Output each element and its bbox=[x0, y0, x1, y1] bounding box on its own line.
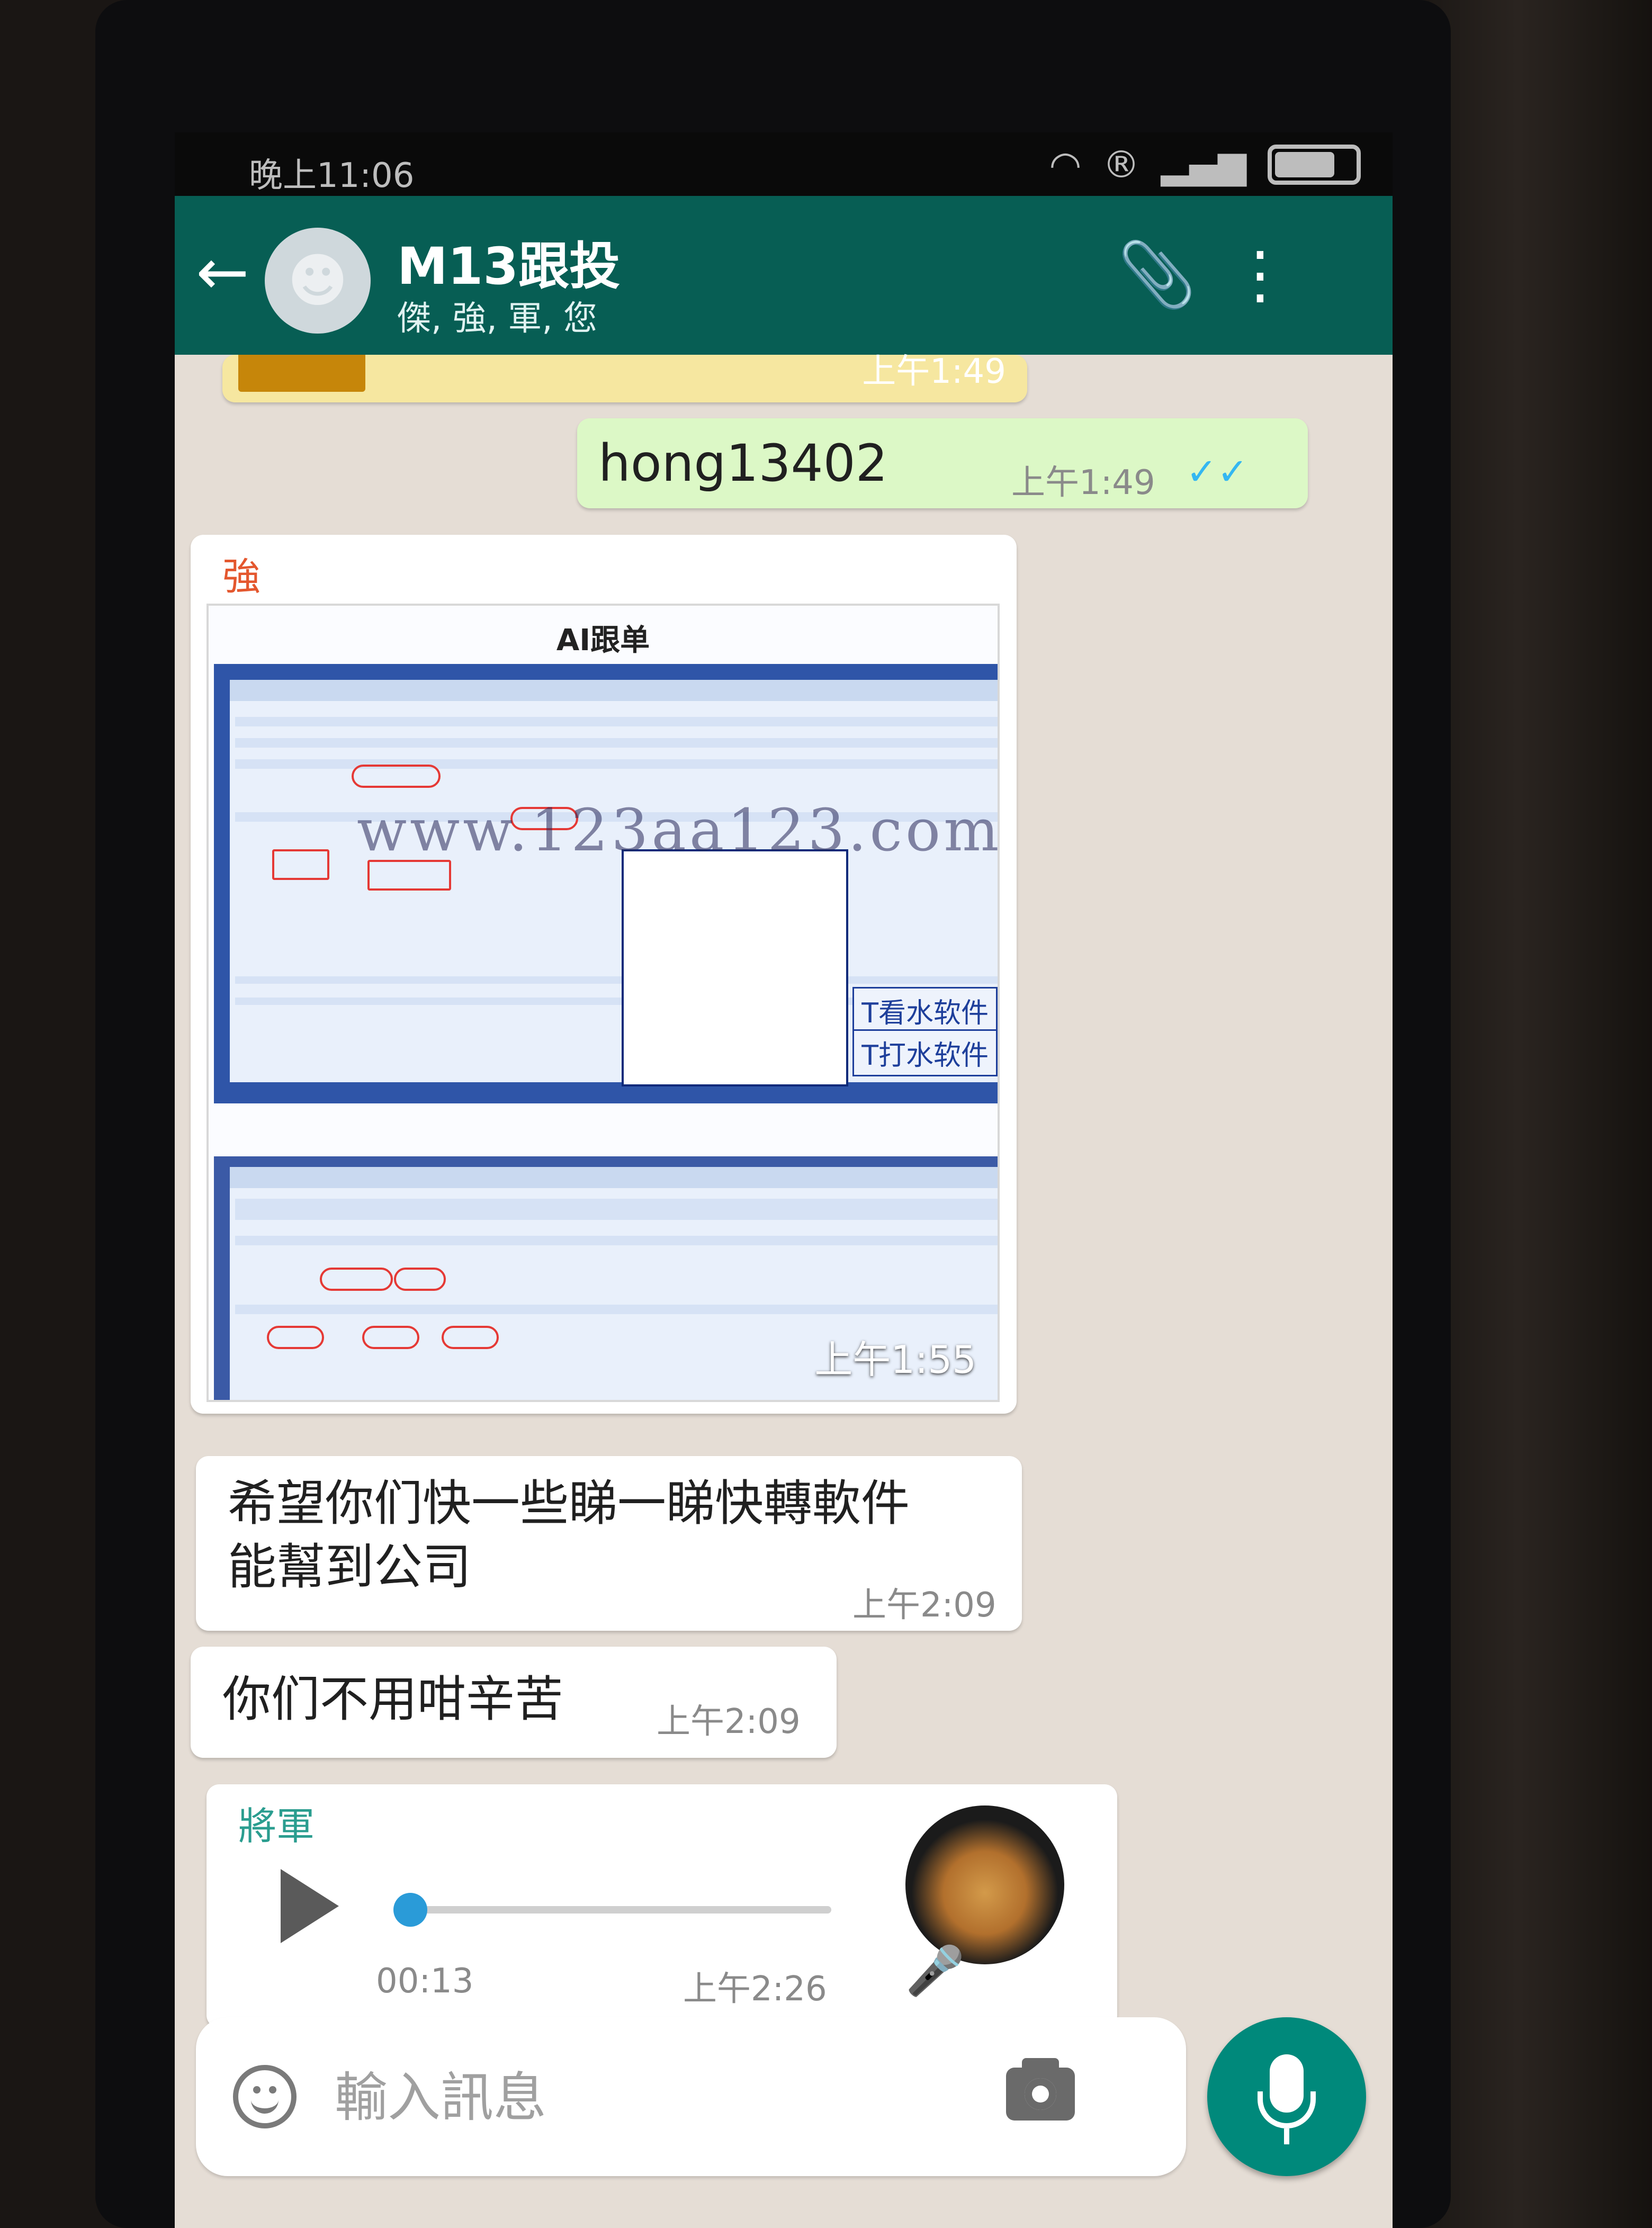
double-check-icon: ✓✓ bbox=[1186, 450, 1249, 493]
message-time: 上午1:49 bbox=[862, 352, 1006, 391]
message-text: 你们不用咁辛苦 bbox=[222, 1671, 564, 1728]
desk-background bbox=[1430, 0, 1652, 2228]
message-text: 能幫到公司 bbox=[228, 1539, 472, 1595]
message-text: 希望你们快一些睇一睇快轉軟件 bbox=[228, 1475, 910, 1532]
incoming-message[interactable]: 希望你们快一些睇一睇快轉軟件 能幫到公司 上午2:09 bbox=[196, 1456, 1022, 1631]
group-avatar[interactable]: ☻ bbox=[265, 228, 371, 334]
more-options-icon[interactable]: ⋮ bbox=[1228, 238, 1292, 312]
image-title: AI跟单 bbox=[556, 623, 650, 658]
message-time: 上午2:09 bbox=[852, 1586, 996, 1625]
message-time: 上午1:55 bbox=[814, 1337, 976, 1382]
side-label-1: T看水软件 bbox=[852, 987, 998, 1034]
sender-name: 強 bbox=[222, 554, 261, 599]
software-screenshot-1: www.123aa123.com T看水软件 T打水软件 bbox=[214, 664, 1000, 1103]
watermark-text: www.123aa123.com bbox=[357, 796, 1000, 864]
status-icons: ◠ ® ▂▄▆ bbox=[1049, 143, 1361, 186]
sender-name: 將軍 bbox=[238, 1804, 315, 1848]
message-input[interactable] bbox=[334, 2054, 945, 2140]
message-text: hong13402 bbox=[598, 434, 888, 493]
paperclip-icon[interactable]: 📎 bbox=[1117, 238, 1196, 312]
wifi-icon: ◠ bbox=[1049, 143, 1082, 186]
status-time: 晚上11:06 bbox=[249, 156, 415, 195]
camera-icon[interactable] bbox=[1006, 2058, 1075, 2121]
voice-duration: 00:13 bbox=[376, 1962, 474, 2001]
status-bar: 晚上11:06 ◠ ® ▂▄▆ bbox=[175, 132, 1393, 196]
voice-progress-track[interactable] bbox=[397, 1906, 831, 1913]
signal-icon: ▂▄▆ bbox=[1161, 143, 1247, 186]
side-label-2: T打水软件 bbox=[852, 1029, 998, 1076]
registered-icon: ® bbox=[1102, 143, 1140, 186]
previous-image-thumbnail bbox=[238, 355, 365, 392]
shared-image[interactable]: AI跟单 www.123aa123.com T看水软件 T打水软件 上午1:55 bbox=[206, 604, 1000, 1402]
chat-members[interactable]: 傑, 強, 軍, 您 bbox=[397, 291, 597, 340]
message-time: 上午2:26 bbox=[683, 1970, 827, 2009]
mic-icon: 🎤 bbox=[905, 1943, 965, 1999]
incoming-message[interactable]: 你们不用咁辛苦 上午2:09 bbox=[191, 1647, 837, 1758]
voice-message[interactable]: 將軍 🎤 00:13 上午2:26 bbox=[206, 1784, 1117, 2028]
voice-record-button[interactable] bbox=[1207, 2017, 1366, 2176]
voice-seek-handle[interactable] bbox=[393, 1893, 427, 1927]
message-list[interactable]: 上午1:49 hong13402 上午1:49 ✓✓ 強 AI跟单 www.12… bbox=[175, 352, 1393, 2228]
image-message[interactable]: 強 AI跟单 www.123aa123.com T看水软件 T打水软件 上午1:… bbox=[191, 535, 1017, 1414]
phone-screen: 晚上11:06 ◠ ® ▂▄▆ ← ☻ M13跟投 傑, 強, 軍, 您 📎 ⋮… bbox=[175, 132, 1393, 2228]
sender-avatar bbox=[905, 1805, 1064, 1964]
message-input-bar bbox=[196, 2017, 1186, 2176]
dialog-window bbox=[622, 849, 848, 1086]
chat-header: ← ☻ M13跟投 傑, 強, 軍, 您 📎 ⋮ bbox=[175, 196, 1393, 355]
chat-title[interactable]: M13跟投 bbox=[397, 225, 620, 299]
message-time: 上午2:09 bbox=[657, 1702, 801, 1741]
message-time: 上午1:49 bbox=[1011, 463, 1155, 502]
outgoing-message[interactable]: hong13402 上午1:49 ✓✓ bbox=[577, 418, 1308, 508]
back-arrow-icon[interactable]: ← bbox=[196, 241, 249, 304]
previous-image-message[interactable]: 上午1:49 bbox=[222, 352, 1027, 402]
emoji-icon[interactable] bbox=[233, 2065, 297, 2128]
battery-icon bbox=[1268, 145, 1361, 185]
play-icon[interactable] bbox=[281, 1869, 339, 1943]
